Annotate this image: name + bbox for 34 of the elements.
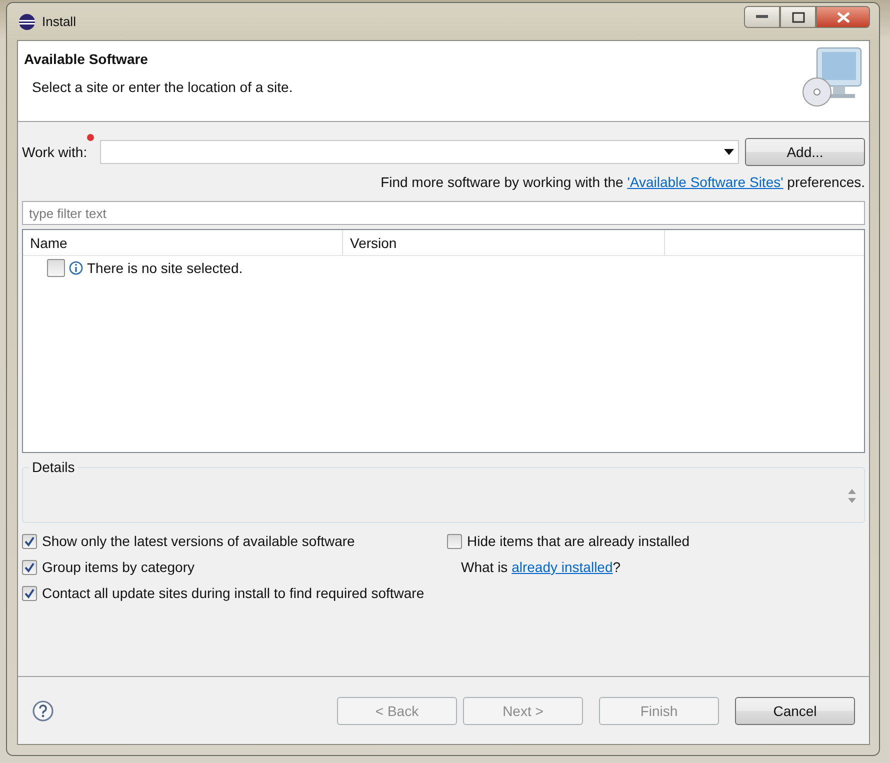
work-with-label: Work with:: [22, 143, 88, 161]
eclipse-icon: [18, 12, 36, 30]
column-header[interactable]: Version: [343, 230, 665, 255]
option-label: Group items by category: [42, 559, 195, 575]
maximize-icon: [792, 12, 804, 22]
row-text: There is no site selected.: [87, 260, 243, 276]
window-title: Install: [42, 14, 76, 29]
checkbox[interactable]: [22, 586, 37, 600]
maximize-button[interactable]: [780, 6, 816, 28]
minimize-icon: [756, 15, 768, 19]
details-label: Details: [29, 459, 78, 475]
page-subtitle: Select a site or enter the location of a site.: [32, 79, 294, 95]
checkbox[interactable]: [22, 560, 37, 574]
info-icon: [69, 261, 83, 275]
close-icon: [836, 12, 850, 22]
page-title: Available Software: [24, 51, 149, 67]
dropdown-arrow-icon: [724, 149, 734, 155]
checkbox[interactable]: [47, 259, 65, 277]
option-label: Show only the latest versions of available software: [42, 533, 355, 549]
help-icon[interactable]: [32, 700, 54, 722]
sites-hint: Find more software by working with the 'Available Software Sites' preferences.: [380, 174, 865, 190]
option-label: Contact all update sites during install to find required software: [42, 585, 424, 601]
checkbox[interactable]: [447, 534, 462, 548]
minimize-button[interactable]: [744, 6, 780, 28]
column-header[interactable]: Name: [23, 230, 343, 255]
add-button[interactable]: Add...: [745, 138, 865, 166]
installed-hint: What is already installed?: [460, 559, 622, 575]
dialog-button[interactable]: Cancel: [735, 696, 855, 724]
filter-field[interactable]: type filter text: [22, 201, 865, 225]
close-button[interactable]: [816, 6, 870, 28]
installed-link[interactable]: already installed: [512, 559, 613, 575]
option-label: Hide items that are already installed: [467, 533, 690, 549]
checkbox[interactable]: [22, 534, 37, 548]
sites-link[interactable]: 'Available Software Sites': [627, 174, 784, 190]
